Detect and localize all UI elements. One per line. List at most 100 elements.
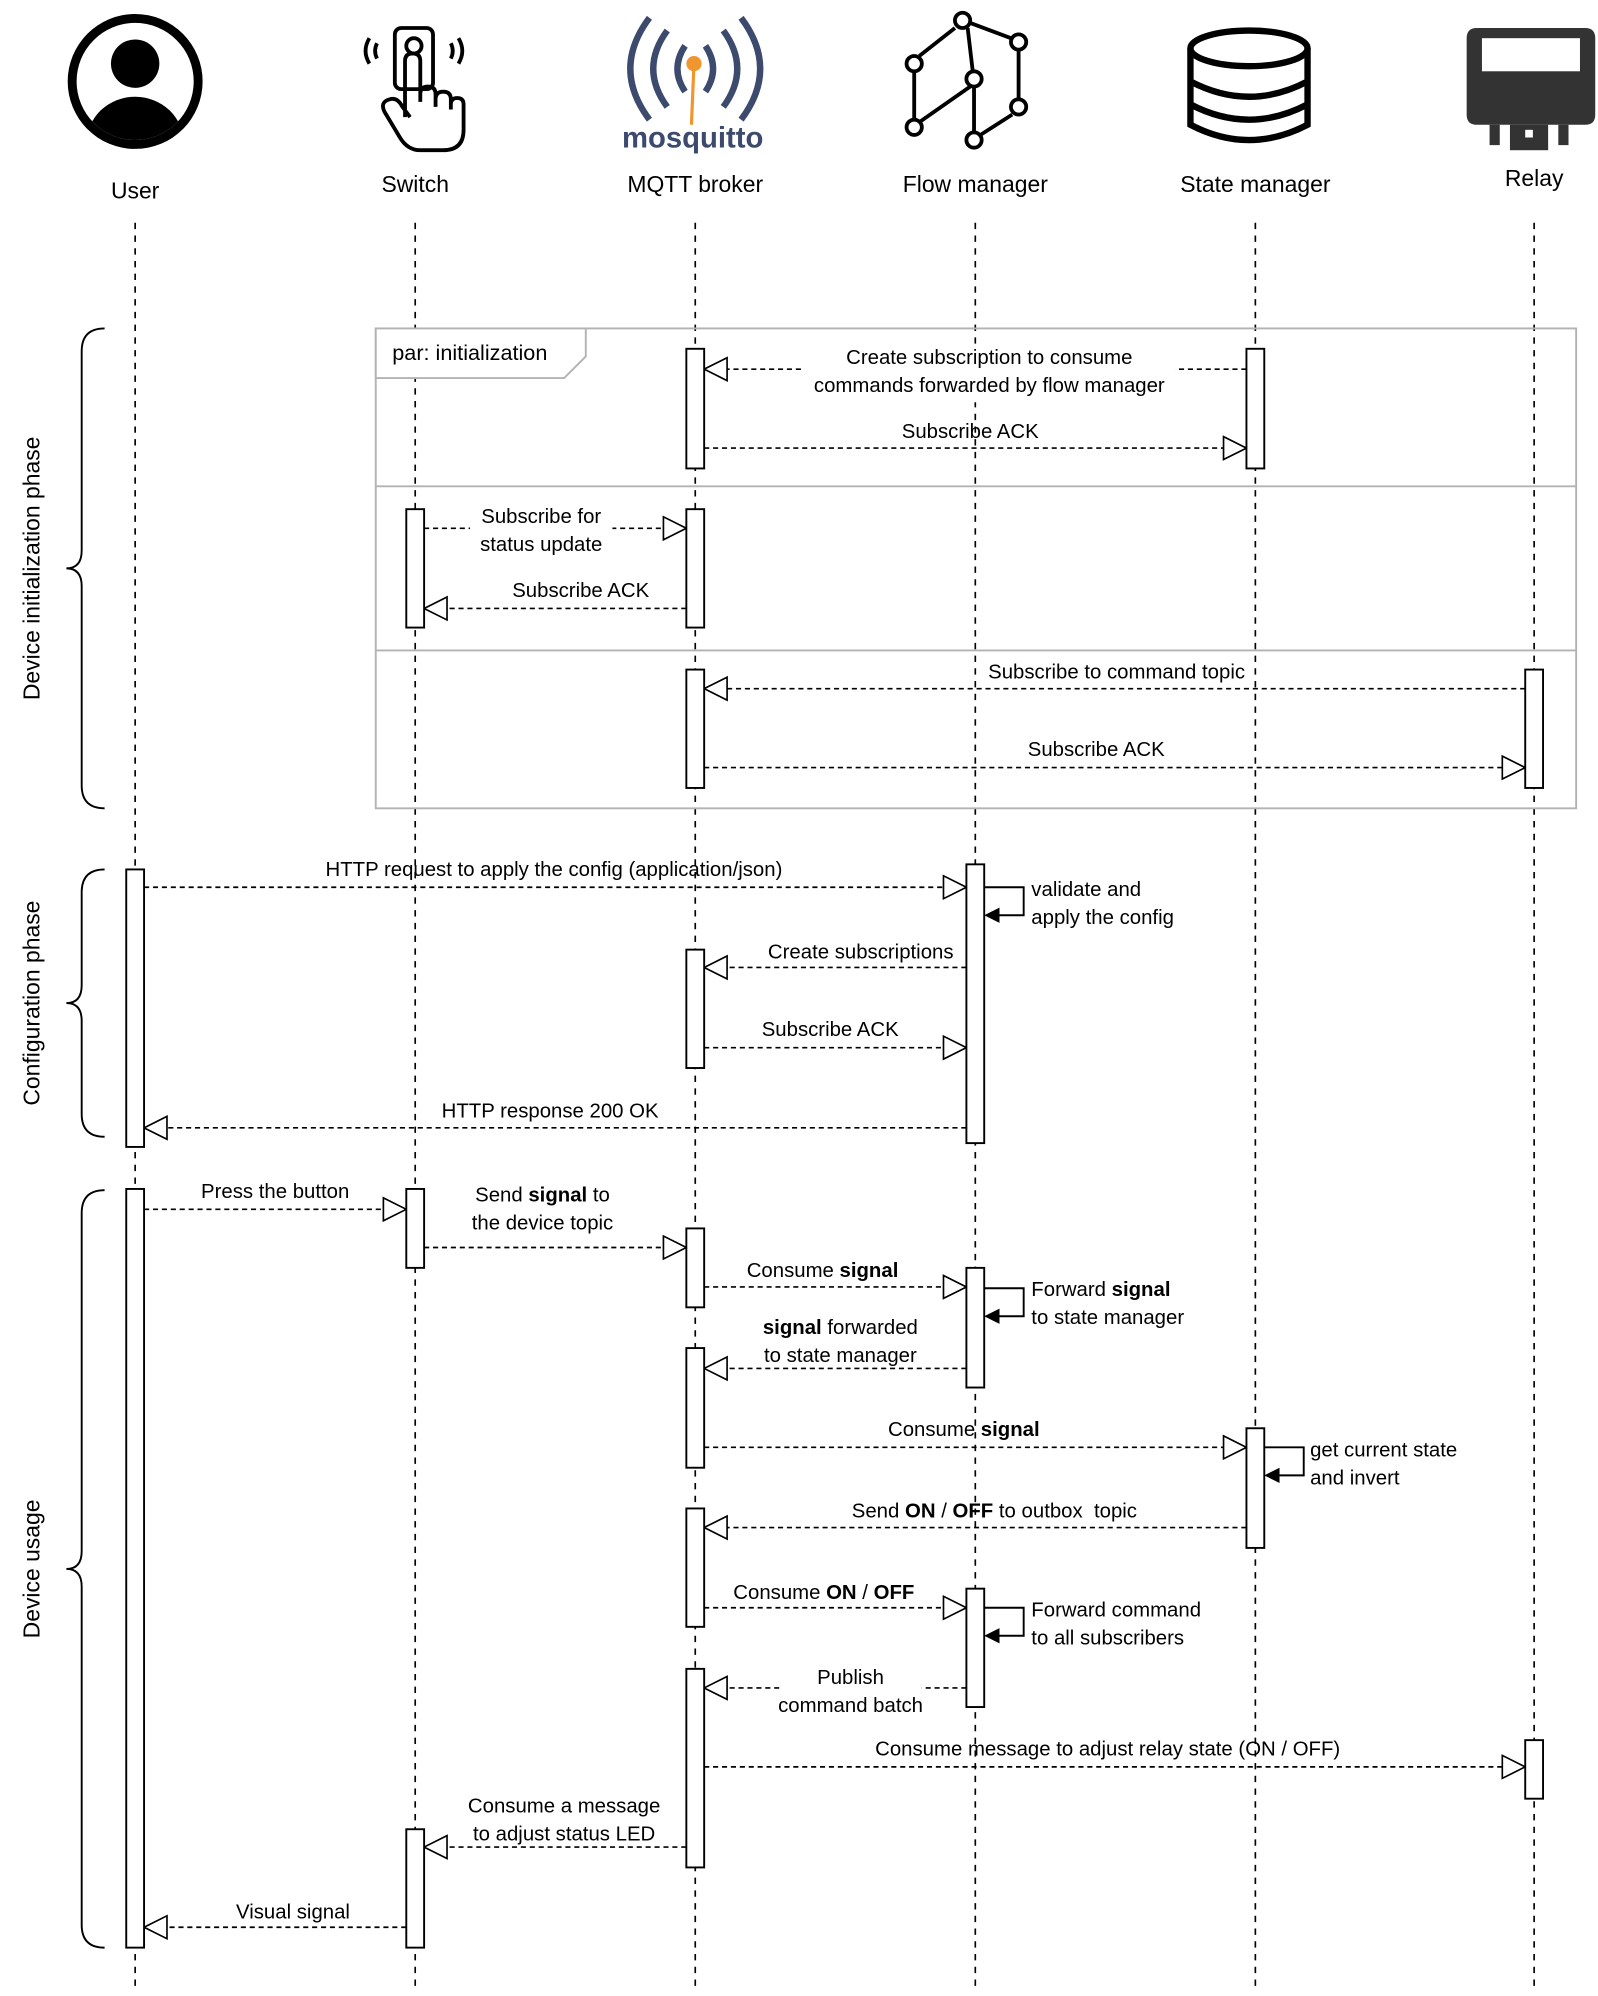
touch-switch-icon bbox=[363, 26, 466, 153]
arrowhead-icon bbox=[702, 675, 728, 702]
mosquitto-logo-icon: mosquitto bbox=[622, 15, 763, 155]
label-text: / bbox=[936, 1500, 953, 1522]
label-text: validate and bbox=[1031, 879, 1141, 901]
self-call-arrow bbox=[984, 1287, 1025, 1318]
diagram-content: User Switch MQTT broker Flow manager State m… bbox=[19, 165, 1578, 1989]
flow-graph-icon bbox=[904, 10, 1029, 150]
label-text: Consume bbox=[747, 1260, 840, 1282]
label-text: Subscribe ACK bbox=[512, 580, 649, 602]
database-icon bbox=[1187, 27, 1311, 144]
activation-bar bbox=[1245, 1427, 1266, 1549]
phase-label: Configuration phase bbox=[19, 901, 45, 1106]
bold-keyword: ON bbox=[826, 1582, 857, 1604]
message-label: to adjust status LED bbox=[473, 1824, 655, 1846]
message-label: Forward command bbox=[1031, 1600, 1201, 1622]
message-label: Subscribe ACK bbox=[902, 421, 1039, 443]
message-label: validate and bbox=[1031, 879, 1141, 901]
label-text: the device topic bbox=[472, 1213, 613, 1235]
arrowhead-icon bbox=[1222, 1434, 1249, 1461]
message-label: command batch bbox=[778, 1695, 923, 1717]
message-label: Consume signal bbox=[888, 1419, 1040, 1441]
bold-keyword: signal bbox=[763, 1317, 822, 1339]
arrowhead-icon bbox=[1501, 1754, 1528, 1780]
label-text: to outbox topic bbox=[993, 1500, 1137, 1522]
arrowhead-icon bbox=[702, 1675, 728, 1701]
phase-brace bbox=[66, 1189, 105, 1949]
label-text: Send bbox=[475, 1185, 528, 1207]
label-text: Visual signal bbox=[236, 1901, 350, 1923]
arrowhead-icon bbox=[942, 1594, 969, 1621]
message-label: Consume signal bbox=[747, 1260, 899, 1282]
label-text: commands forwarded by flow manager bbox=[814, 375, 1165, 397]
self-call-arrow bbox=[984, 1606, 1025, 1637]
self-call-arrow bbox=[1264, 1446, 1305, 1477]
message-label: Publish bbox=[817, 1667, 884, 1689]
activation-bar bbox=[685, 1667, 706, 1869]
label-text: HTTP response 200 OK bbox=[442, 1101, 659, 1123]
activation-bar bbox=[685, 1227, 706, 1309]
label-text: to all subscribers bbox=[1031, 1628, 1184, 1650]
arrowhead-icon bbox=[1264, 1467, 1280, 1483]
phase-label: Device initialization phase bbox=[19, 437, 45, 701]
frame-label: par: initialization bbox=[392, 340, 547, 365]
label-text: Subscribe ACK bbox=[1028, 739, 1165, 761]
arrowhead-icon bbox=[662, 1234, 689, 1261]
label-text: apply the config bbox=[1031, 907, 1174, 929]
message-label: and invert bbox=[1310, 1467, 1400, 1489]
arrowhead-icon bbox=[142, 1115, 168, 1141]
activation-bar bbox=[685, 668, 706, 789]
label-text: Create subscriptions bbox=[768, 942, 954, 964]
arrowhead-icon bbox=[984, 1628, 1000, 1644]
arrowhead-icon bbox=[1501, 754, 1528, 781]
arrowhead-icon bbox=[422, 1834, 448, 1860]
arrowhead-icon bbox=[382, 1196, 409, 1223]
participant-label: Flow manager bbox=[903, 171, 1049, 197]
message-label: Subscribe ACK bbox=[1028, 739, 1165, 761]
arrowhead-icon bbox=[984, 1308, 1000, 1324]
label-text: Forward bbox=[1031, 1279, 1111, 1301]
bold-keyword: signal bbox=[981, 1419, 1040, 1441]
bold-keyword: ON bbox=[905, 1500, 936, 1522]
activation-bar bbox=[125, 1187, 146, 1949]
activation-bar bbox=[1245, 347, 1266, 470]
bold-keyword: OFF bbox=[874, 1582, 915, 1604]
label-text: Consume bbox=[888, 1419, 981, 1441]
activation-bar bbox=[965, 1266, 986, 1389]
label-text: HTTP request to apply the config (applic… bbox=[326, 859, 783, 881]
label-text: to state manager bbox=[764, 1345, 917, 1367]
message-label: to state manager bbox=[764, 1345, 917, 1367]
label-text: forwarded bbox=[822, 1317, 918, 1339]
message-label: to all subscribers bbox=[1031, 1628, 1184, 1650]
activation-bar bbox=[685, 508, 706, 629]
message-label: Send signal to bbox=[475, 1185, 610, 1207]
label-text: to bbox=[587, 1185, 610, 1207]
participant-label: Relay bbox=[1505, 165, 1564, 191]
label-text: Consume message to adjust relay state (O… bbox=[875, 1738, 1340, 1760]
message-label: status update bbox=[480, 534, 602, 556]
arrowhead-icon bbox=[942, 1274, 969, 1300]
message-label: apply the config bbox=[1031, 907, 1174, 929]
bold-keyword: signal bbox=[840, 1260, 899, 1282]
message-label: Visual signal bbox=[236, 1901, 350, 1923]
label-text: to adjust status LED bbox=[473, 1824, 655, 1846]
message-label: Send ON / OFF to outbox topic bbox=[852, 1500, 1137, 1522]
relay-icon bbox=[1466, 28, 1596, 151]
activation-bar bbox=[405, 1187, 426, 1269]
message-label: HTTP response 200 OK bbox=[442, 1101, 659, 1123]
activation-bar bbox=[405, 1828, 426, 1949]
message-label: to state manager bbox=[1031, 1307, 1184, 1329]
activation-bar bbox=[965, 1587, 986, 1708]
label-text: Consume a message bbox=[468, 1796, 660, 1818]
bold-keyword: signal bbox=[528, 1185, 587, 1207]
label-text: Subscribe to command topic bbox=[988, 661, 1245, 683]
message-label: Consume a message bbox=[468, 1796, 660, 1818]
message-label: Press the button bbox=[201, 1181, 349, 1203]
message-label: commands forwarded by flow manager bbox=[814, 375, 1165, 397]
arrowhead-icon bbox=[422, 595, 448, 622]
message-label: Consume ON / OFF bbox=[733, 1582, 914, 1604]
mosquitto-logo-text: mosquitto bbox=[622, 123, 763, 155]
bold-keyword: signal bbox=[1112, 1279, 1171, 1301]
label-text: Press the button bbox=[201, 1181, 349, 1203]
arrowhead-icon bbox=[662, 515, 689, 542]
arrowhead-icon bbox=[984, 907, 1000, 923]
